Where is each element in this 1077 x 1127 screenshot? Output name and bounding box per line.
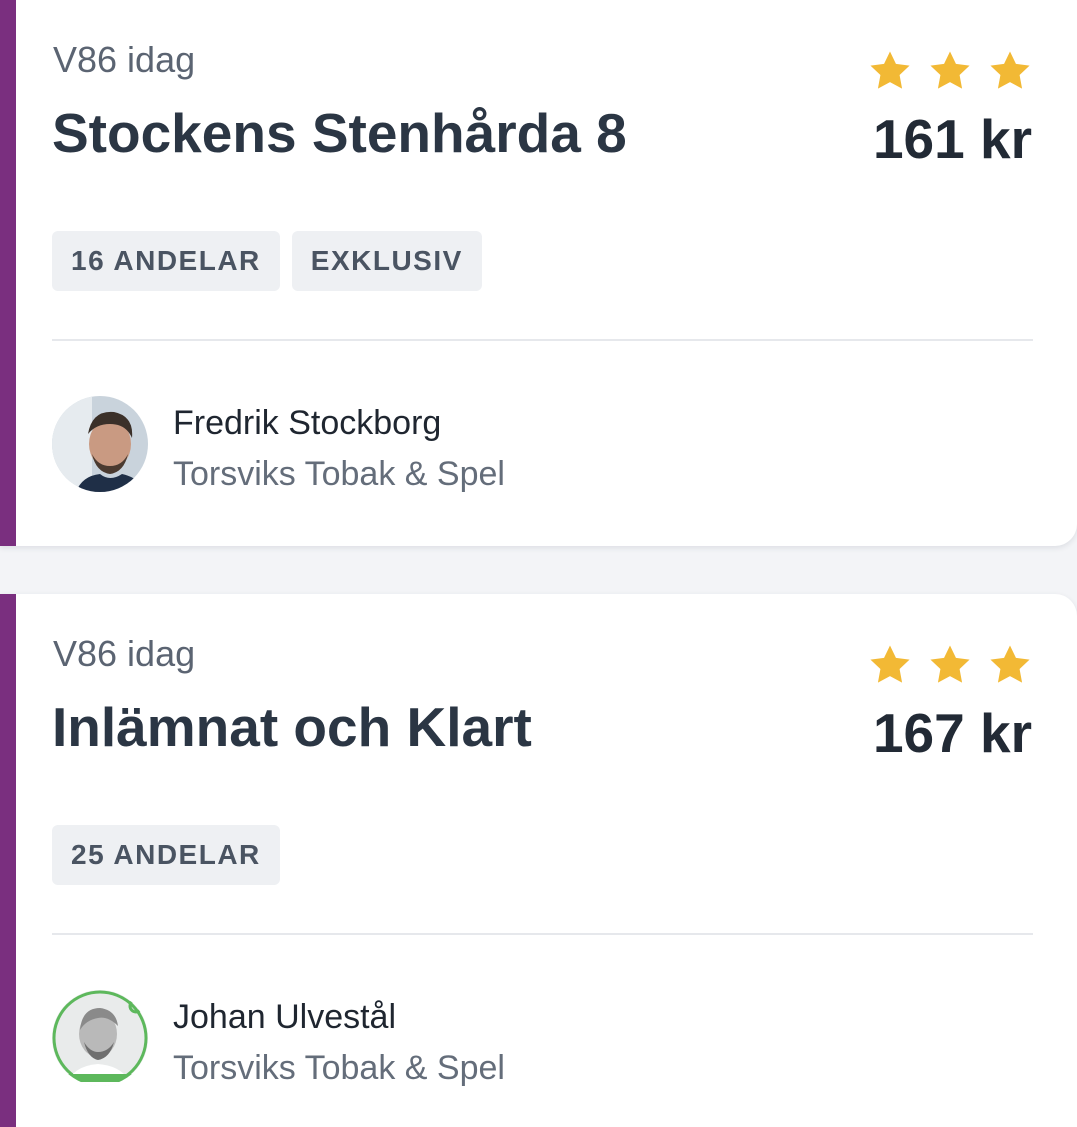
shares-tag: 16 ANDELAR — [52, 231, 280, 291]
avatar-icon — [52, 396, 148, 492]
avatar-icon — [52, 990, 148, 1086]
agent-name: Fredrik Stockborg — [173, 404, 442, 442]
bundle-title: Inlämnat och Klart — [52, 696, 532, 758]
star-rating — [867, 48, 1033, 94]
tag-list: 25 ANDELAR — [52, 825, 280, 885]
shares-tag: 25 ANDELAR — [52, 825, 280, 885]
agent-shop: Torsviks Tobak & Spel — [173, 1049, 505, 1087]
star-icon — [987, 642, 1033, 688]
bundle-card[interactable]: V86 idag Inlämnat och Klart 167 kr 25 AN… — [0, 594, 1077, 1127]
bundle-title: Stockens Stenhårda 8 — [52, 102, 627, 164]
star-icon — [987, 48, 1033, 94]
agent-name: Johan Ulvestål — [173, 998, 397, 1036]
star-icon — [927, 642, 973, 688]
game-label: V86 idag — [53, 39, 196, 80]
star-icon — [867, 642, 913, 688]
bundle-card[interactable]: V86 idag Stockens Stenhårda 8 161 kr 16 … — [0, 0, 1077, 546]
star-icon — [927, 48, 973, 94]
star-rating — [867, 642, 1033, 688]
page: V86 idag Stockens Stenhårda 8 161 kr 16 … — [0, 0, 1077, 1127]
star-icon — [867, 48, 913, 94]
game-label: V86 idag — [53, 633, 196, 674]
price: 167 kr — [872, 702, 1032, 764]
agent-shop: Torsviks Tobak & Spel — [173, 455, 505, 493]
divider — [52, 339, 1033, 341]
exclusive-tag: EXKLUSIV — [291, 231, 482, 291]
tag-list: 16 ANDELAR EXKLUSIV — [52, 231, 482, 291]
price: 161 kr — [872, 108, 1032, 170]
divider — [52, 933, 1033, 935]
